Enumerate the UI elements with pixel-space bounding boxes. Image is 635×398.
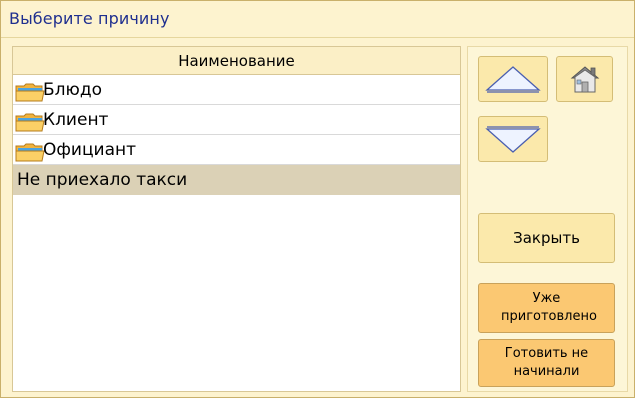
reason-dialog: Выберите причину Наименование Блюдо Клие… bbox=[0, 0, 635, 398]
already-cooked-button[interactable]: Уже приготовлено bbox=[478, 283, 615, 333]
arrow-up-icon bbox=[485, 66, 541, 93]
scroll-down-button[interactable] bbox=[478, 116, 548, 162]
home-icon bbox=[570, 66, 600, 93]
home-button[interactable] bbox=[556, 56, 613, 102]
list-item-label: Клиент bbox=[43, 110, 109, 130]
list-item-label: Блюдо bbox=[43, 80, 102, 100]
title-bar: Выберите причину bbox=[1, 1, 634, 38]
list-item-taxi-not-arrived[interactable]: Не приехало такси bbox=[13, 165, 460, 195]
column-name-header: Наименование bbox=[178, 52, 295, 70]
arrow-down-icon bbox=[485, 126, 541, 153]
dialog-title: Выберите причину bbox=[9, 9, 170, 28]
not-started-button[interactable]: Готовить не начинали bbox=[478, 339, 615, 387]
not-started-label: Готовить не начинали bbox=[504, 346, 589, 379]
close-button[interactable]: Закрыть bbox=[478, 213, 615, 263]
list-item-label: Не приехало такси bbox=[17, 170, 188, 190]
list-item-label: Официант bbox=[43, 140, 137, 160]
folder-icon bbox=[15, 113, 45, 132]
list-item-client[interactable]: Клиент bbox=[13, 105, 460, 135]
already-cooked-label: Уже приготовлено bbox=[501, 291, 597, 324]
folder-icon bbox=[15, 143, 45, 162]
reason-list: Наименование Блюдо Клиент Официант Не пр… bbox=[12, 46, 461, 392]
list-item-dish[interactable]: Блюдо bbox=[13, 75, 460, 105]
close-button-label: Закрыть bbox=[513, 229, 580, 247]
folder-icon bbox=[15, 83, 45, 102]
list-header[interactable]: Наименование bbox=[13, 47, 460, 75]
scroll-up-button[interactable] bbox=[478, 56, 548, 102]
list-item-waiter[interactable]: Официант bbox=[13, 135, 460, 165]
